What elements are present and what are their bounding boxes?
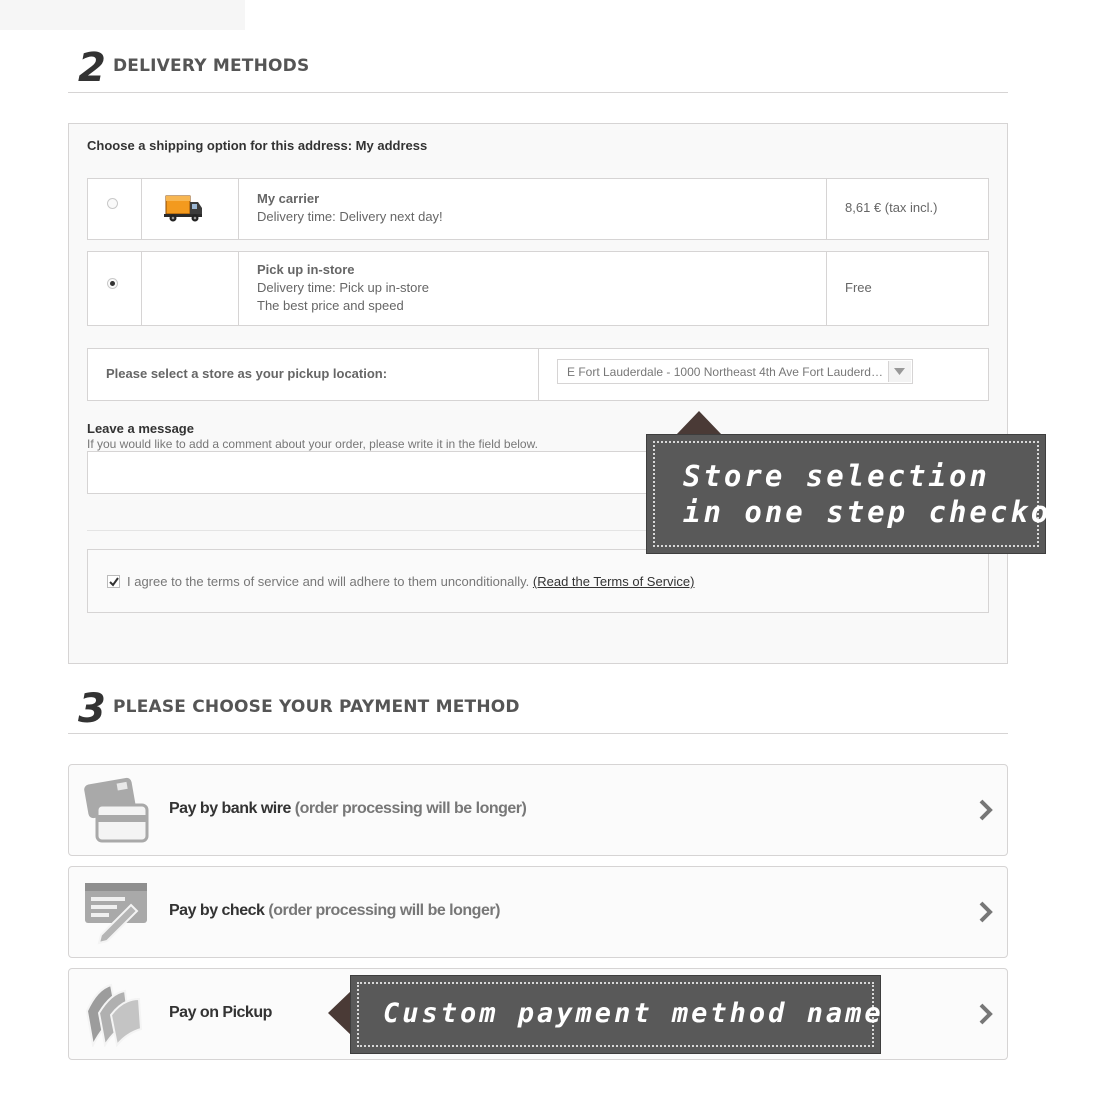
section-title: PLEASE CHOOSE YOUR PAYMENT METHOD [113,697,520,717]
callout-pointer-icon [676,411,722,435]
step-number: 3 [78,686,106,732]
delivery-options-panel: Choose a shipping option for this addres… [68,123,1008,664]
carrier-delivery-time: Delivery time: Pick up in-store [257,280,429,295]
callout-border [653,441,1039,547]
carrier-price: Free [845,280,872,295]
carrier-price-cell: Free [827,252,988,325]
store-selection-callout: Store selection in one step checkout [646,434,1089,554]
carrier-info-cell: Pick up in-store Delivery time: Pick up … [239,252,827,325]
shipping-option-title: Choose a shipping option for this addres… [87,138,428,153]
payment-note: (order processing will be longer) [268,902,500,919]
payment-name-callout: Custom payment method name [350,975,881,1054]
message-hint: If you would like to add a comment about… [87,437,538,451]
delivery-heading: 2 DELIVERY METHODS [68,46,1008,93]
check-pen-icon [85,883,147,945]
banknotes-icon [85,983,143,1047]
callout-line-1: Store selection [683,459,990,493]
truck-icon [164,195,202,222]
radio-cell [88,252,142,325]
terms-of-service-link[interactable]: (Read the Terms of Service) [533,574,695,589]
callout-text: Custom payment method name [383,998,884,1029]
carrier-radio[interactable] [107,198,118,209]
payment-option-check[interactable]: Pay by check (order processing will be l… [68,866,1008,958]
terms-text: I agree to the terms of service and will… [127,574,695,589]
carrier-delivery-time: Delivery time: Delivery next day! [257,209,443,224]
chevron-right-icon[interactable] [979,1003,993,1025]
top-left-panel [0,0,245,30]
callout-line-2: in one step checkout [683,495,1093,529]
payment-name: Pay by bank wire [169,800,291,817]
carrier-name: Pick up in-store [257,262,355,277]
store-select-value: E Fort Lauderdale - 1000 Northeast 4th A… [567,365,885,379]
carrier-name: My carrier [257,191,320,206]
carrier-extra-info: The best price and speed [257,298,404,313]
carrier-info-cell: My carrier Delivery time: Delivery next … [239,179,827,239]
chevron-down-icon[interactable] [888,361,911,382]
callout-pointer-icon [328,990,352,1036]
payment-label: Pay on Pickup [169,1004,272,1022]
store-selection-row: Please select a store as your pickup loc… [87,348,989,401]
checkmark-icon [109,577,119,587]
payment-name: Pay by check [169,902,265,919]
carrier-logo-cell [142,252,239,325]
payment-option-bank-wire[interactable]: Pay by bank wire (order processing will … [68,764,1008,856]
chevron-right-icon[interactable] [979,901,993,923]
step-number: 2 [78,45,106,91]
terms-panel: I agree to the terms of service and will… [87,549,989,613]
radio-cell [88,179,142,239]
payment-label: Pay by check (order processing will be l… [169,902,500,920]
terms-statement: I agree to the terms of service and will… [127,574,530,589]
message-title: Leave a message [87,421,194,436]
bank-card-icon [84,777,149,843]
carrier-logo-cell [142,179,239,239]
carrier-option-my-carrier[interactable]: My carrier Delivery time: Delivery next … [87,178,989,240]
section-title: DELIVERY METHODS [113,56,310,76]
store-select-label: Please select a store as your pickup loc… [106,366,388,381]
payment-heading: 3 PLEASE CHOOSE YOUR PAYMENT METHOD [68,687,1008,734]
payment-note: (order processing will be longer) [294,800,527,817]
carrier-price: 8,61 € (tax incl.) [845,200,938,215]
payment-label: Pay by bank wire (order processing will … [169,800,527,818]
divider [538,349,539,400]
carrier-option-pickup[interactable]: Pick up in-store Delivery time: Pick up … [87,251,989,326]
carrier-radio[interactable] [107,278,118,289]
carrier-price-cell: 8,61 € (tax incl.) [827,179,988,239]
payment-name: Pay on Pickup [169,1004,272,1021]
terms-checkbox[interactable] [107,575,120,588]
store-select-dropdown[interactable]: E Fort Lauderdale - 1000 Northeast 4th A… [557,359,913,384]
chevron-right-icon[interactable] [979,799,993,821]
